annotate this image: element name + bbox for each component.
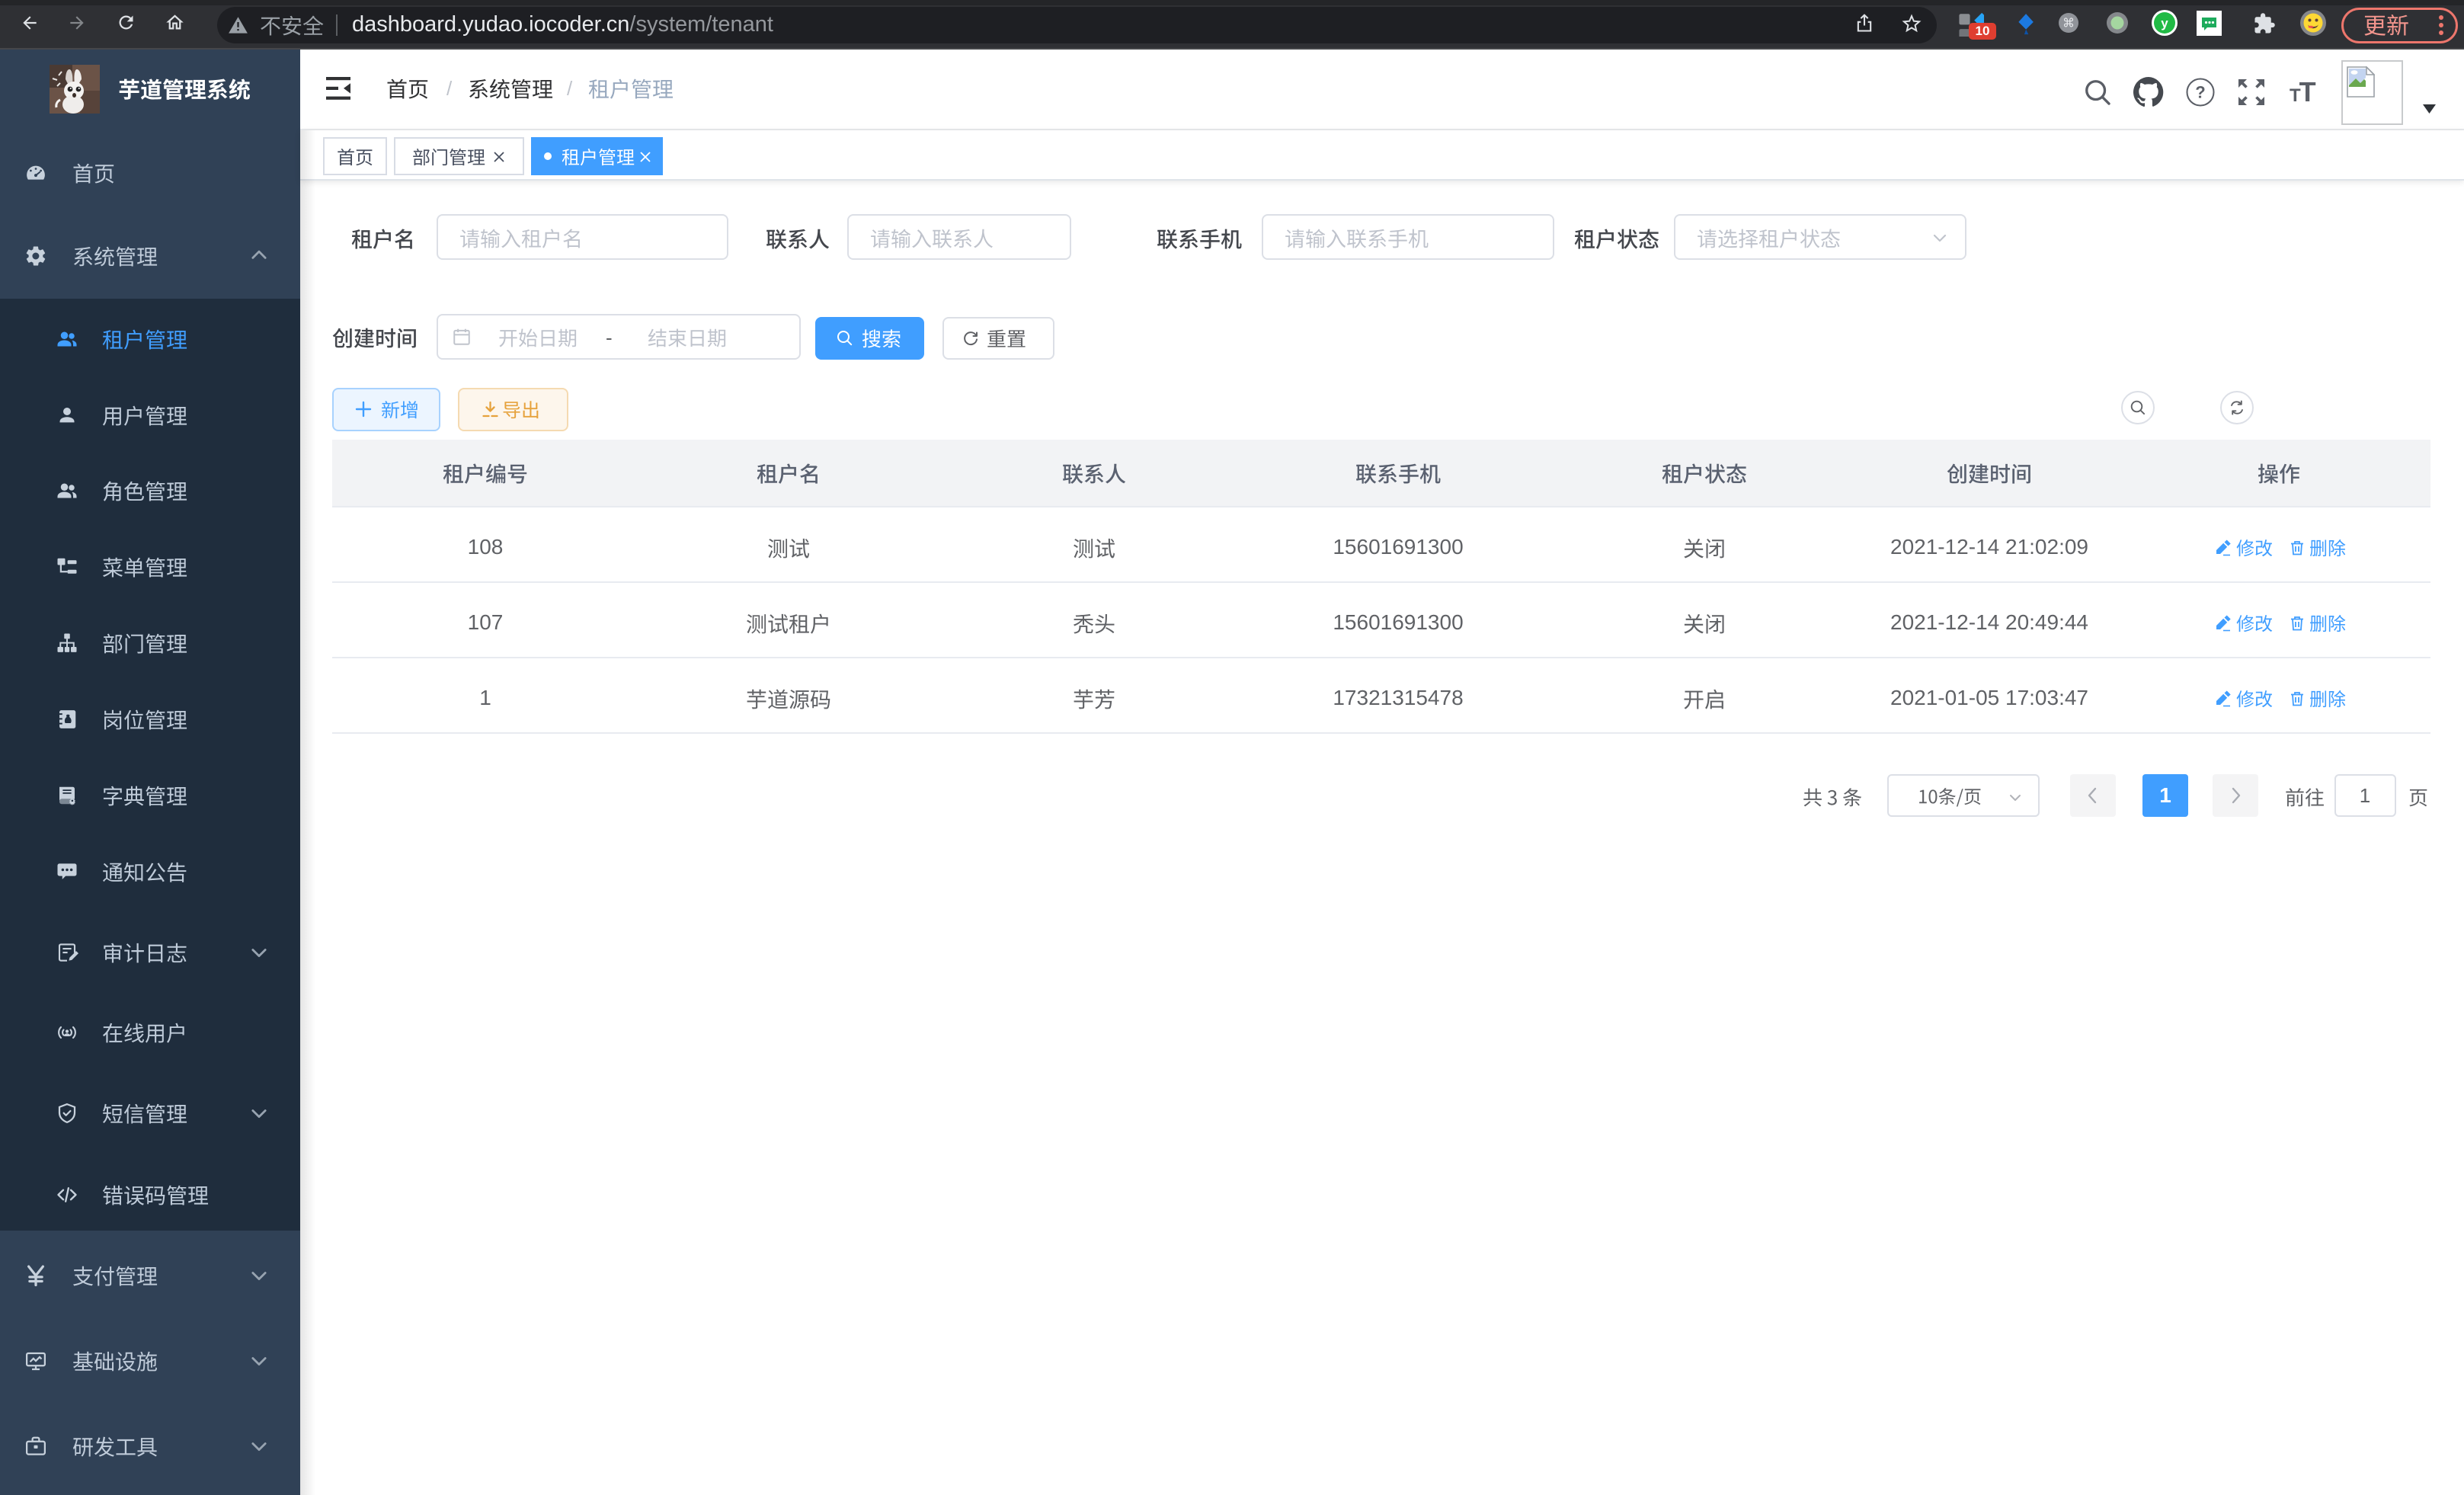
svg-text:?: ? — [2195, 83, 2205, 102]
svg-text:y: y — [2161, 16, 2168, 30]
svg-text:⌘: ⌘ — [2062, 18, 2075, 30]
